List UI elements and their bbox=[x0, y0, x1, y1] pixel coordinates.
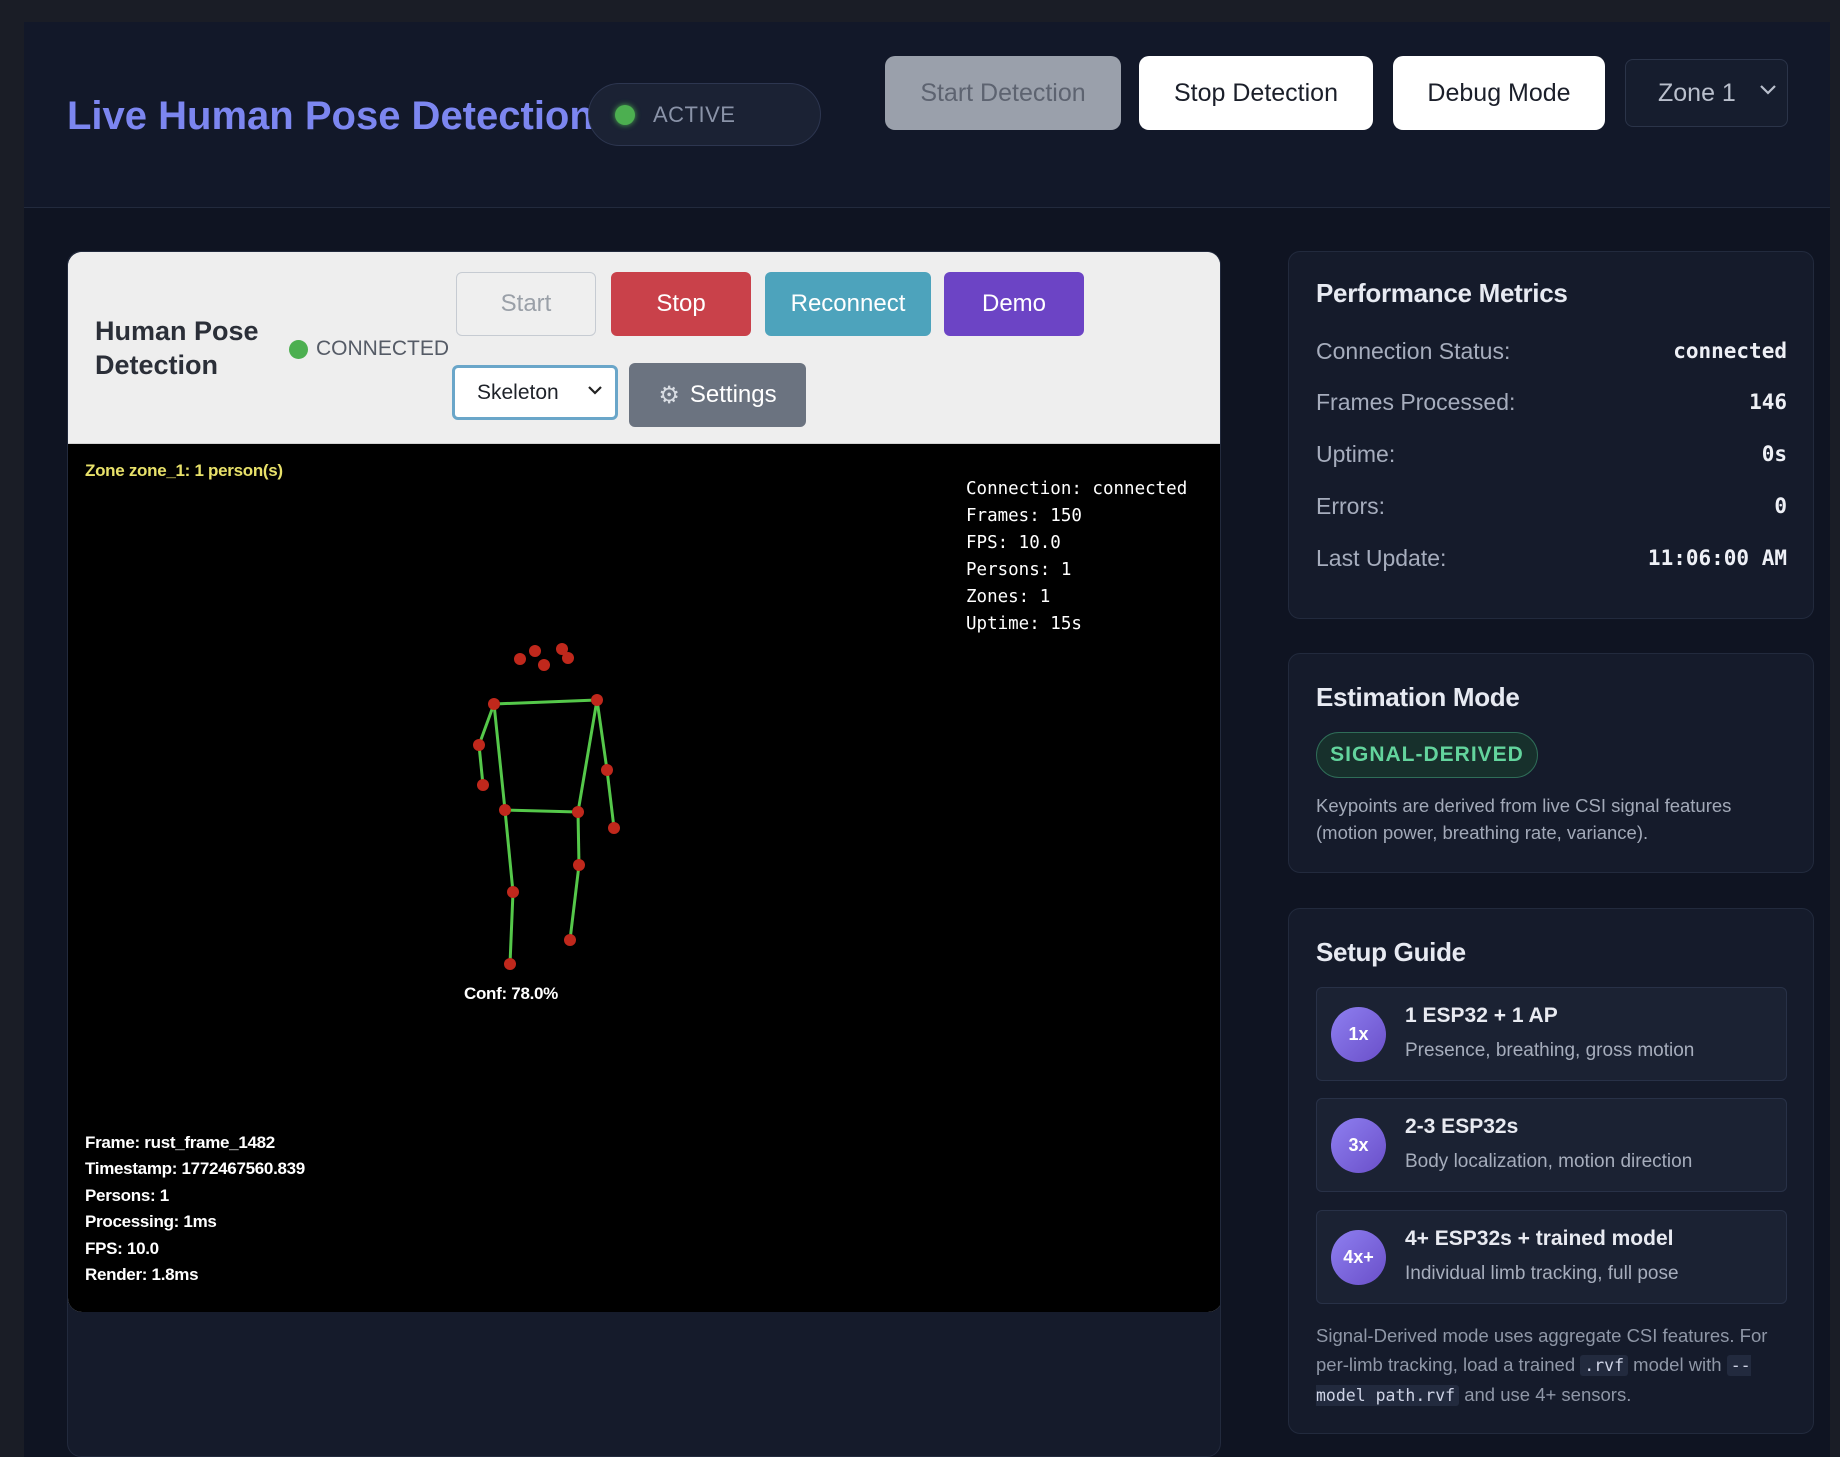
metric-value: 11:06:00 AM bbox=[1647, 546, 1787, 570]
keypoint bbox=[514, 653, 526, 665]
skeleton-bone bbox=[605, 769, 616, 829]
detector-title: Human Pose Detection bbox=[95, 316, 259, 380]
status-dot-icon bbox=[615, 104, 635, 125]
reconnect-button[interactable]: Reconnect bbox=[765, 272, 931, 336]
setup-item-badge: 1x bbox=[1331, 1007, 1386, 1062]
zone-label: Zone zone_1: 1 person(s) bbox=[85, 461, 283, 480]
keypoint bbox=[562, 652, 574, 664]
setup-item-title: 1 ESP32 + 1 AP bbox=[1405, 1004, 1558, 1027]
metric-label: Last Update: bbox=[1316, 545, 1447, 571]
skeleton-bone bbox=[492, 703, 507, 811]
setup-item-badge: 4x+ bbox=[1331, 1230, 1386, 1285]
status-badge: ACTIVE bbox=[588, 83, 821, 146]
metric-value: connected bbox=[1673, 339, 1787, 363]
keypoint bbox=[507, 886, 519, 898]
setup-item-title: 4+ ESP32s + trained model bbox=[1405, 1227, 1674, 1250]
skeleton-bone bbox=[477, 744, 485, 786]
estimation-description: Keypoints are derived from live CSI sign… bbox=[1316, 795, 1732, 843]
confidence-label: Conf: 78.0% bbox=[464, 984, 558, 1003]
settings-label: Settings bbox=[689, 381, 777, 408]
detector-widget: Human Pose Detection CONNECTED Start Sto… bbox=[68, 252, 1220, 1312]
metric-value: 146 bbox=[1749, 390, 1787, 414]
gear-icon: ⚙ bbox=[658, 381, 680, 409]
pose-detection-card: Human Pose Detection CONNECTED Start Sto… bbox=[67, 251, 1221, 1457]
connection-dot-icon bbox=[289, 339, 308, 359]
setup-item-subtitle: Individual limb tracking, full pose bbox=[1405, 1263, 1679, 1284]
connection-text: CONNECTED bbox=[316, 337, 450, 360]
keypoint bbox=[601, 764, 613, 776]
debug-mode-button[interactable]: Debug Mode bbox=[1393, 56, 1605, 130]
skeleton-bone bbox=[576, 811, 581, 866]
detector-toolbar: Human Pose Detection CONNECTED Start Sto… bbox=[68, 252, 1220, 444]
performance-metrics-panel: Performance Metrics Connection Status: c… bbox=[1288, 251, 1814, 619]
status-text: ACTIVE bbox=[653, 101, 736, 127]
keypoint bbox=[564, 934, 576, 946]
setup-note-text: model with bbox=[1628, 1354, 1727, 1375]
demo-button[interactable]: Demo bbox=[944, 272, 1084, 336]
metrics-title: Performance Metrics bbox=[1316, 278, 1568, 308]
start-detection-button[interactable]: Start Detection bbox=[885, 56, 1121, 130]
keypoint bbox=[573, 859, 585, 871]
app-root: Live Human Pose Detection ACTIVE Start D… bbox=[24, 22, 1830, 1457]
setup-item-title: 2-3 ESP32s bbox=[1405, 1115, 1519, 1138]
setup-item-subtitle: Body localization, motion direction bbox=[1405, 1151, 1693, 1172]
estimation-mode-panel: Estimation Mode SIGNAL-DERIVED Keypoints… bbox=[1288, 653, 1814, 873]
skeleton-bone bbox=[595, 699, 609, 771]
setup-item: 4x+ 4+ ESP32s + trained model Individual… bbox=[1316, 1210, 1787, 1304]
stop-button[interactable]: Stop bbox=[611, 272, 751, 336]
top-header: Live Human Pose Detection ACTIVE Start D… bbox=[24, 22, 1830, 208]
skeleton-bone bbox=[477, 703, 496, 746]
chevron-down-icon bbox=[1760, 85, 1776, 95]
setup-item: 3x 2-3 ESP32s Body localization, motion … bbox=[1316, 1098, 1787, 1192]
estimation-title: Estimation Mode bbox=[1316, 682, 1520, 712]
keypoint bbox=[538, 659, 550, 671]
chevron-down-icon bbox=[588, 386, 602, 395]
setup-item-subtitle: Presence, breathing, gross motion bbox=[1405, 1040, 1695, 1061]
setup-guide-panel: Setup Guide 1x 1 ESP32 + 1 AP Presence, … bbox=[1288, 908, 1814, 1434]
setup-item-badge: 3x bbox=[1331, 1118, 1386, 1173]
render-mode-select[interactable]: Skeleton bbox=[452, 365, 618, 420]
setup-note-code: .rvf bbox=[1580, 1355, 1629, 1376]
overlay-stats-top: Connection: connected Frames: 150 FPS: 1… bbox=[966, 479, 1188, 634]
skeleton-bone bbox=[493, 698, 598, 706]
keypoint bbox=[504, 958, 516, 970]
metric-label: Errors: bbox=[1316, 493, 1385, 519]
skeleton-bone bbox=[508, 891, 515, 965]
connection-status: CONNECTED bbox=[289, 337, 449, 361]
keypoint bbox=[529, 645, 541, 657]
metric-value: 0s bbox=[1761, 442, 1787, 466]
start-button[interactable]: Start bbox=[456, 272, 596, 336]
setup-note-text: and use 4+ sensors. bbox=[1459, 1384, 1632, 1405]
zone-select-value: Zone 1 bbox=[1658, 78, 1736, 107]
keypoint bbox=[608, 822, 620, 834]
keypoint bbox=[591, 694, 603, 706]
setup-title: Setup Guide bbox=[1316, 937, 1466, 967]
settings-button[interactable]: ⚙ Settings bbox=[629, 363, 806, 427]
metric-value: 0 bbox=[1774, 494, 1787, 518]
stop-detection-button[interactable]: Stop Detection bbox=[1139, 56, 1373, 130]
keypoint bbox=[477, 779, 489, 791]
zone-select[interactable]: Zone 1 bbox=[1625, 59, 1788, 127]
keypoint bbox=[473, 739, 485, 751]
skeleton-bone bbox=[568, 864, 581, 941]
skeleton-bone bbox=[503, 809, 515, 893]
keypoint bbox=[488, 698, 500, 710]
estimation-mode-badge: SIGNAL-DERIVED bbox=[1316, 732, 1538, 778]
metric-label: Connection Status: bbox=[1316, 338, 1511, 364]
render-mode-value: Skeleton bbox=[477, 380, 559, 404]
metric-label: Frames Processed: bbox=[1316, 389, 1516, 415]
pose-canvas: Zone zone_1: 1 person(s) Connection: con… bbox=[68, 444, 1220, 1312]
keypoint bbox=[572, 806, 584, 818]
page-title: Live Human Pose Detection bbox=[67, 94, 594, 138]
keypoint bbox=[499, 804, 511, 816]
skeleton-bone bbox=[504, 808, 579, 814]
setup-note: Signal-Derived mode uses aggregate CSI f… bbox=[1316, 1321, 1796, 1410]
metric-label: Uptime: bbox=[1316, 441, 1396, 467]
setup-item: 1x 1 ESP32 + 1 AP Presence, breathing, g… bbox=[1316, 987, 1787, 1081]
skeleton-bone bbox=[576, 699, 599, 813]
overlay-stats-bottom: Frame: rust_frame_1482 Timestamp: 177246… bbox=[85, 1133, 305, 1285]
